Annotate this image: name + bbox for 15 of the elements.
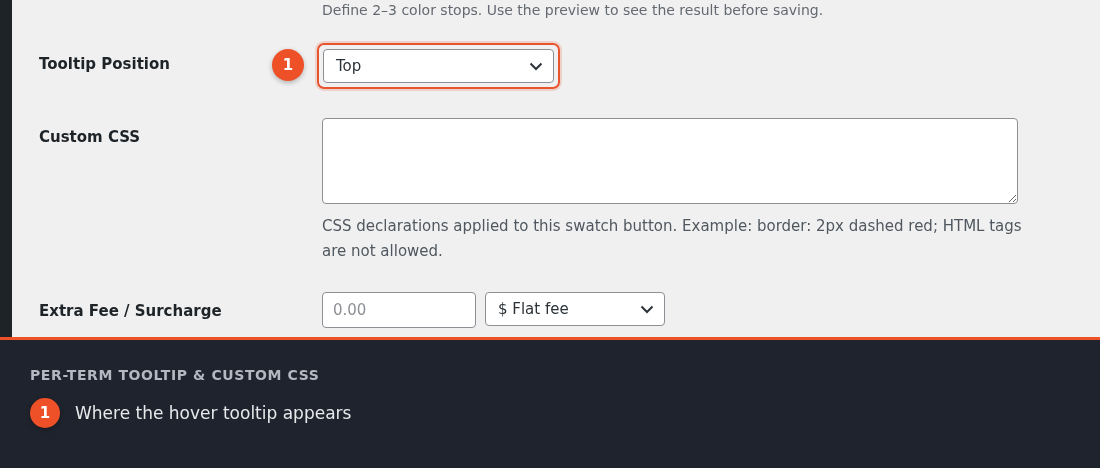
css-textarea[interactable] [322, 118, 1018, 204]
help-text: CSS declarations applied to this swatch button. Example: border: 2px dashed red; HTML tags are not allowed. [322, 216, 1022, 262]
field-label: Tooltip Position [39, 54, 170, 73]
position-select[interactable]: Top [323, 49, 554, 83]
chevron-down-icon [640, 304, 654, 314]
callout-badge: 1 [30, 398, 60, 428]
field-label: Extra Fee / Surcharge [39, 301, 222, 320]
panel-title: PER-TERM TOOLTIP & CUSTOM CSS [30, 367, 321, 383]
callout-text: Where the hover tooltip appears [75, 403, 352, 423]
description-text: Define 2–3 color stops. Use the preview to see the result before saving. [322, 1, 825, 20]
amount-field[interactable]: 0.00 [322, 292, 476, 328]
fee-type-select[interactable]: $ Flat fee [485, 292, 665, 326]
chevron-down-icon [529, 61, 543, 71]
callout-badge: 1 [272, 49, 304, 81]
field-label: Custom CSS [39, 127, 141, 146]
